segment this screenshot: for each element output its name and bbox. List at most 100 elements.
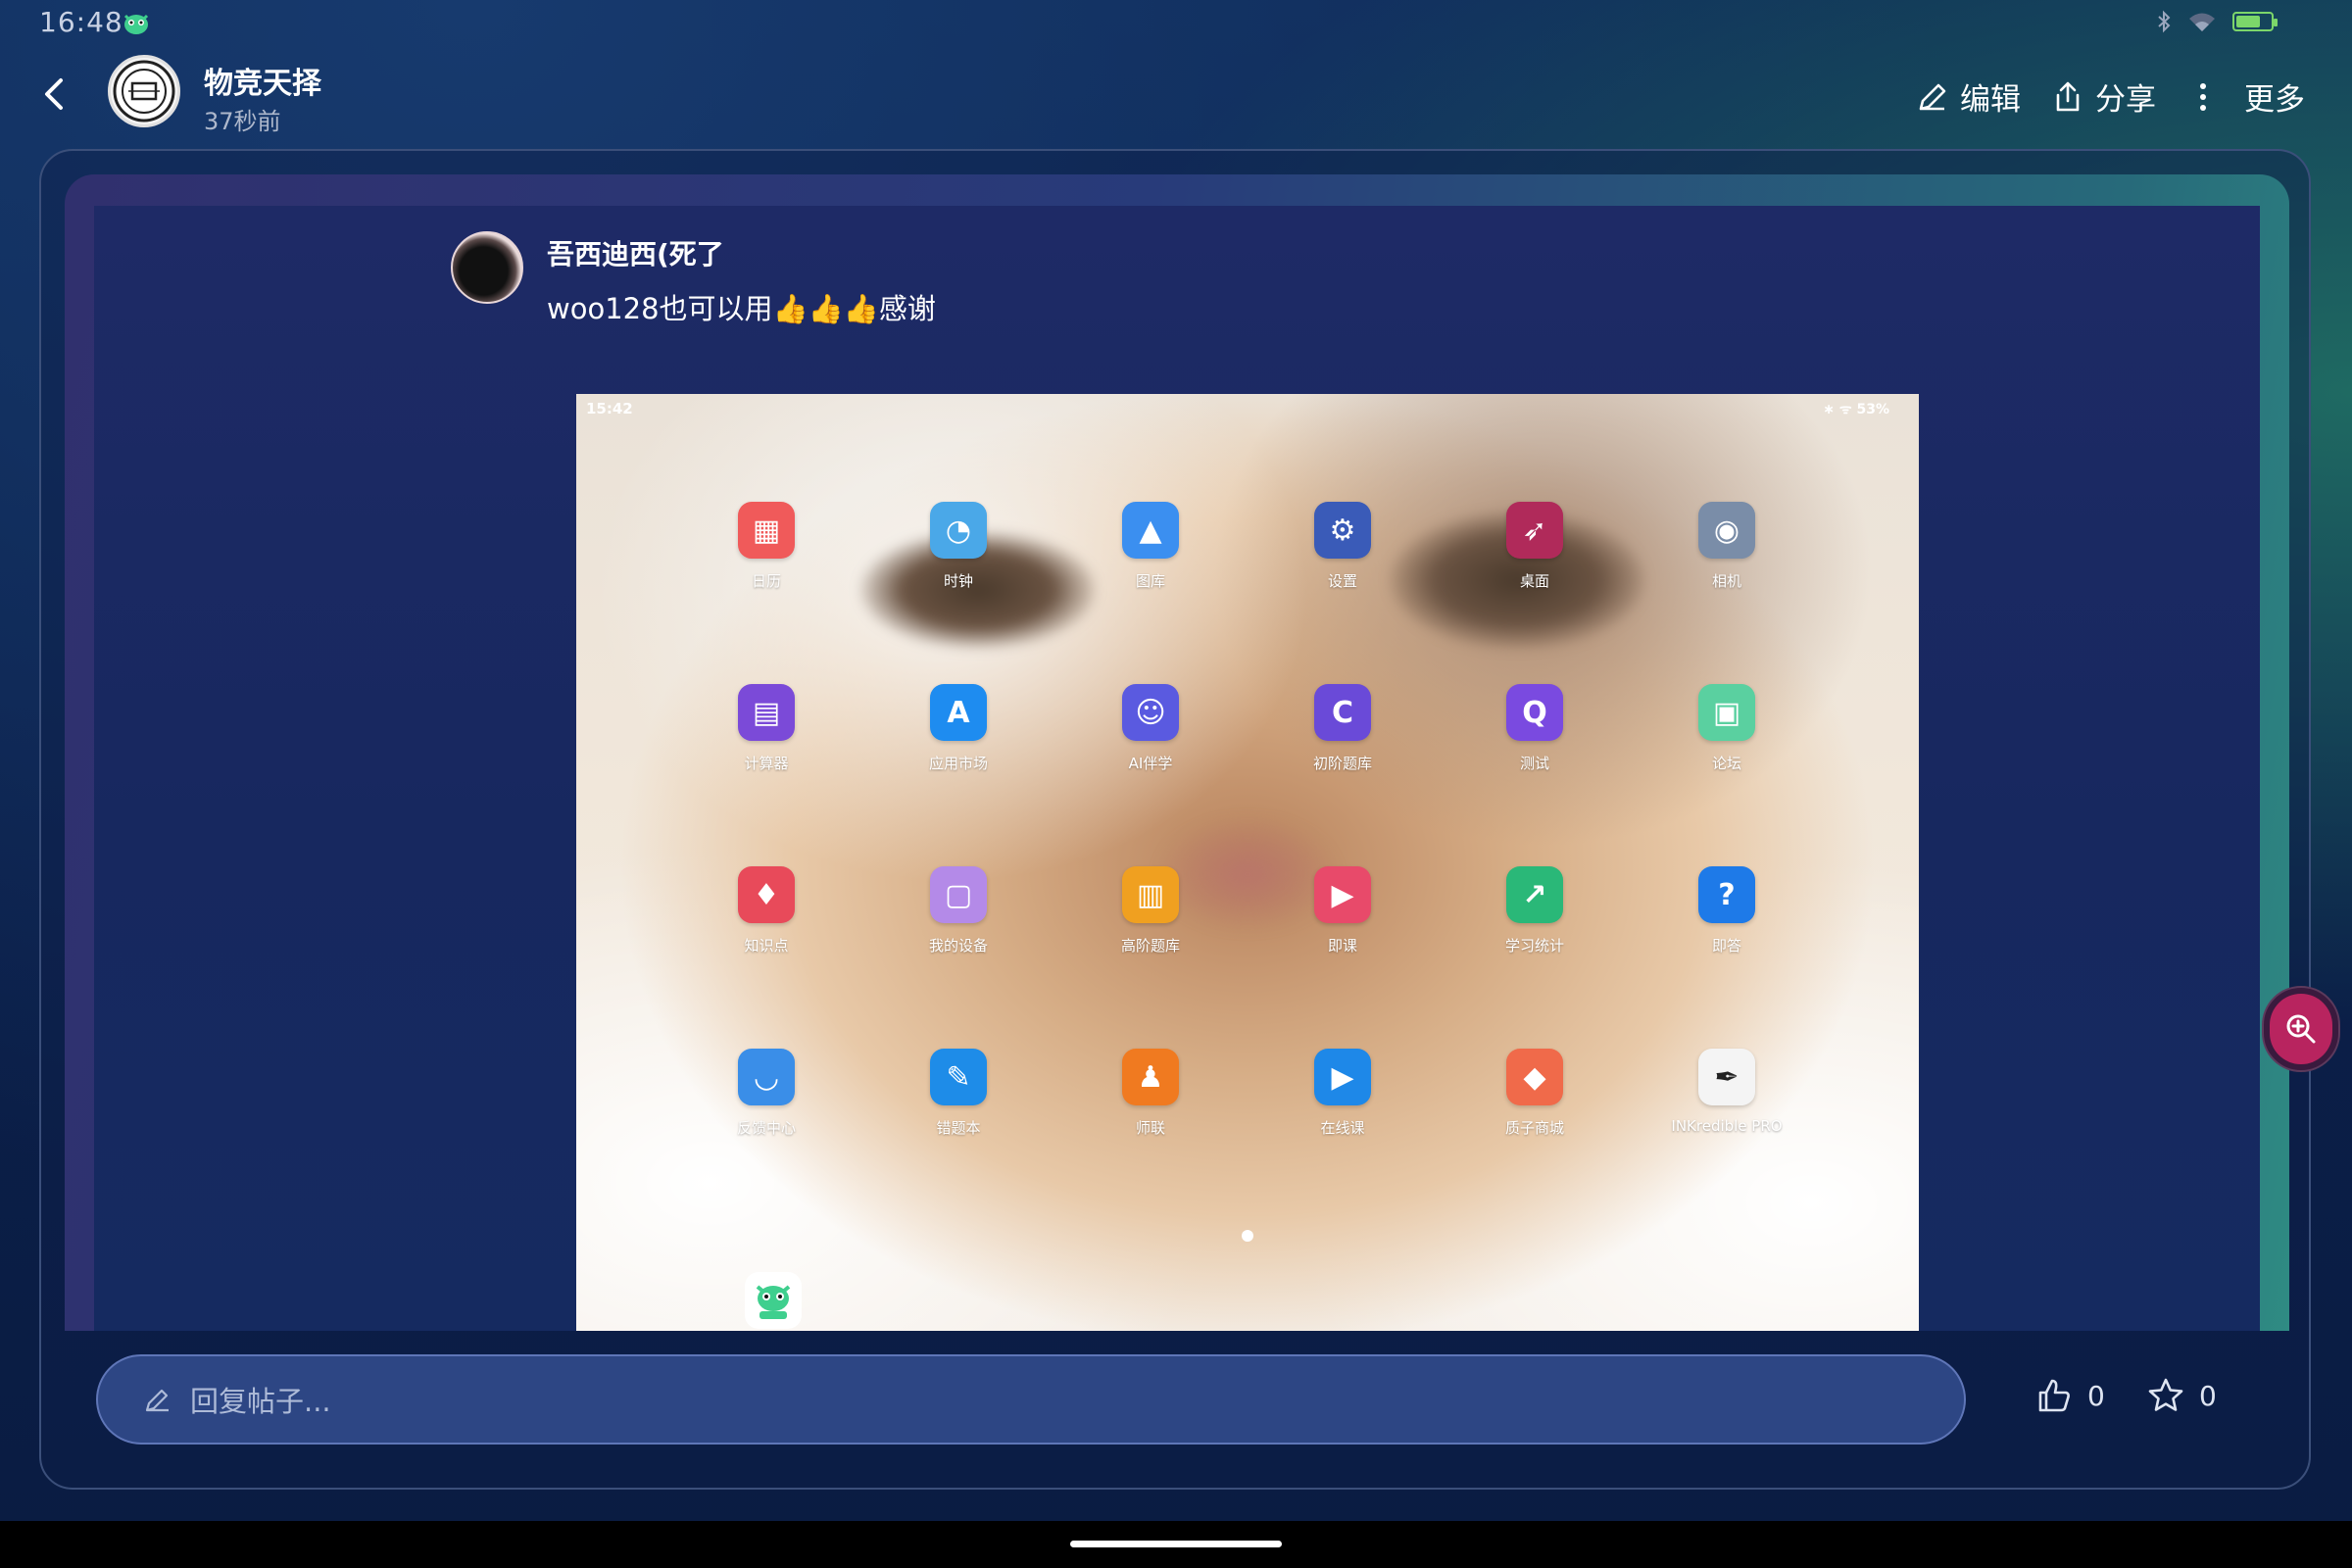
favorite-button[interactable]: 0 bbox=[2146, 1376, 2217, 1415]
app-label: 应用市场 bbox=[928, 755, 988, 772]
app-online-class[interactable]: ▶ 在线课 bbox=[1247, 1049, 1439, 1178]
app-ai-study[interactable]: ☺ AI伴学 bbox=[1054, 684, 1247, 813]
forum-avatar[interactable] bbox=[108, 55, 180, 127]
edit-button[interactable]: 编辑 bbox=[1915, 74, 2021, 119]
zoom-in-button[interactable] bbox=[2262, 986, 2340, 1072]
forum-name[interactable]: 物竞天择 bbox=[204, 59, 321, 102]
app-label: 高阶题库 bbox=[1120, 937, 1180, 955]
app-advanced-question-bank[interactable]: ▥ 高阶题库 bbox=[1054, 866, 1247, 996]
app-label: 在线课 bbox=[1320, 1119, 1365, 1137]
app-label: 即课 bbox=[1327, 937, 1357, 955]
basic-question-bank-icon: C bbox=[1314, 684, 1371, 741]
app-label: AI伴学 bbox=[1128, 755, 1173, 772]
post-image[interactable]: 15:42 ∗ ᯤ 53% ▦ 日历 ◔ 时钟 ▲ 图库 ⚙ 设置 ➶ 桌面 ◉ 相机 ▤ 计算器 A 应用市… bbox=[576, 394, 1919, 1331]
post-panel: 吾西迪西(死了 woo128也可以用👍👍👍感谢 15:42 ∗ ᯤ 53% ▦ 日… bbox=[39, 149, 2311, 1490]
settings-icon: ⚙ bbox=[1314, 502, 1371, 559]
instant-class-icon: ▶ bbox=[1314, 866, 1371, 923]
app-teacher-contact[interactable]: ♟ 师联 bbox=[1054, 1049, 1247, 1178]
post-header: 物竞天择 37秒前 编辑 分享 更多 bbox=[0, 47, 2352, 145]
feedback-icon: ◡ bbox=[738, 1049, 795, 1105]
status-bar: 16:48 bbox=[0, 0, 2352, 47]
proton-mall-icon: ◆ bbox=[1506, 1049, 1563, 1105]
forum-logo-icon bbox=[113, 60, 175, 122]
app-camera[interactable]: ◉ 相机 bbox=[1631, 502, 1823, 631]
app-proton-mall[interactable]: ◆ 质子商城 bbox=[1439, 1049, 1631, 1178]
app-label: INKredible PRO bbox=[1671, 1117, 1783, 1135]
reply-bar: 回复帖子... 0 0 bbox=[65, 1337, 2289, 1464]
like-button[interactable]: 0 bbox=[2034, 1376, 2105, 1415]
clock-icon: ◔ bbox=[930, 502, 987, 559]
home-gesture-bar[interactable] bbox=[1070, 1541, 1282, 1547]
app-app-market[interactable]: A 应用市场 bbox=[862, 684, 1054, 813]
ai-study-icon: ☺ bbox=[1122, 684, 1179, 741]
status-icons bbox=[2156, 10, 2278, 33]
app-settings[interactable]: ⚙ 设置 bbox=[1247, 502, 1439, 631]
reply-input[interactable]: 回复帖子... bbox=[96, 1354, 1966, 1445]
forum-icon: ▣ bbox=[1698, 684, 1755, 741]
thumbs-up-icon bbox=[2038, 1379, 2070, 1412]
my-device-icon: ▢ bbox=[930, 866, 987, 923]
instant-answer-icon: ? bbox=[1698, 866, 1755, 923]
launcher-rocket-icon: ➶ bbox=[1506, 502, 1563, 559]
app-launcher-rocket[interactable]: ➶ 桌面 bbox=[1439, 502, 1631, 631]
share-button[interactable]: 分享 bbox=[2050, 74, 2156, 119]
app-study-stats[interactable]: ↗ 学习统计 bbox=[1439, 866, 1631, 996]
app-label: 日历 bbox=[751, 572, 781, 590]
app-label: 质子商城 bbox=[1504, 1119, 1564, 1137]
app-label: 知识点 bbox=[744, 937, 789, 955]
favorite-count: 0 bbox=[2199, 1379, 2217, 1412]
pencil-icon bbox=[1919, 83, 1946, 110]
more-button[interactable]: 更多 bbox=[2185, 74, 2305, 119]
reply-text: woo128也可以用👍👍👍感谢 bbox=[547, 292, 936, 325]
image-status-icons: ∗ ᯤ 53% bbox=[1823, 402, 1889, 417]
study-stats-icon: ↗ bbox=[1506, 866, 1563, 923]
like-count: 0 bbox=[2087, 1379, 2105, 1412]
app-instant-answer[interactable]: ? 即答 bbox=[1631, 866, 1823, 996]
post-content-card: 吾西迪西(死了 woo128也可以用👍👍👍感谢 15:42 ∗ ᯤ 53% ▦ 日… bbox=[65, 174, 2289, 1331]
post-content: 吾西迪西(死了 woo128也可以用👍👍👍感谢 15:42 ∗ ᯤ 53% ▦ 日… bbox=[94, 206, 2260, 1331]
app-gallery[interactable]: ▲ 图库 bbox=[1054, 502, 1247, 631]
app-test[interactable]: Q 测试 bbox=[1439, 684, 1631, 813]
app-label: 图库 bbox=[1135, 572, 1165, 590]
user-avatar[interactable] bbox=[451, 231, 523, 304]
green-monster-app-icon bbox=[122, 10, 151, 35]
app-label: 学习统计 bbox=[1504, 937, 1564, 955]
app-label: 我的设备 bbox=[928, 937, 988, 955]
chevron-left-icon bbox=[45, 78, 63, 110]
share-label: 分享 bbox=[2095, 82, 2156, 118]
app-inkredible-pro[interactable]: ✒ INKredible PRO bbox=[1631, 1049, 1823, 1178]
app-instant-class[interactable]: ▶ 即课 bbox=[1247, 866, 1439, 996]
camera-icon: ◉ bbox=[1698, 502, 1755, 559]
app-grid: ▦ 日历 ◔ 时钟 ▲ 图库 ⚙ 设置 ➶ 桌面 ◉ 相机 ▤ 计算器 A 应用市场 ☺ AI伴学 C 初阶题库 Q 测试… bbox=[670, 502, 1827, 1178]
app-feedback[interactable]: ◡ 反馈中心 bbox=[670, 1049, 862, 1178]
star-icon bbox=[2148, 1378, 2183, 1411]
wrong-questions-book-icon: ✎ bbox=[930, 1049, 987, 1105]
app-my-device[interactable]: ▢ 我的设备 bbox=[862, 866, 1054, 996]
app-label: 时钟 bbox=[943, 572, 973, 590]
app-calculator[interactable]: ▤ 计算器 bbox=[670, 684, 862, 813]
advanced-question-bank-icon: ▥ bbox=[1122, 866, 1179, 923]
reply-placeholder: 回复帖子... bbox=[190, 1385, 331, 1418]
app-label: 论坛 bbox=[1711, 755, 1741, 772]
teacher-contact-icon: ♟ bbox=[1122, 1049, 1179, 1105]
share-icon bbox=[2056, 81, 2080, 111]
app-market-icon: A bbox=[930, 684, 987, 741]
app-forum[interactable]: ▣ 论坛 bbox=[1631, 684, 1823, 813]
app-basic-question-bank[interactable]: C 初阶题库 bbox=[1247, 684, 1439, 813]
page-indicator-dot bbox=[1242, 1230, 1253, 1242]
calendar-icon: ▦ bbox=[738, 502, 795, 559]
app-label: 错题本 bbox=[936, 1119, 981, 1137]
green-monster-app-icon bbox=[745, 1272, 802, 1329]
knowledge-point-icon: ♦ bbox=[738, 866, 795, 923]
app-label: 设置 bbox=[1327, 572, 1357, 590]
back-button[interactable] bbox=[35, 71, 74, 118]
inkredible-pro-icon: ✒ bbox=[1698, 1049, 1755, 1105]
app-clock[interactable]: ◔ 时钟 bbox=[862, 502, 1054, 631]
reply-username[interactable]: 吾西迪西(死了 bbox=[547, 233, 724, 272]
app-calendar[interactable]: ▦ 日历 bbox=[670, 502, 862, 631]
app-wrong-questions-book[interactable]: ✎ 错题本 bbox=[862, 1049, 1054, 1178]
battery-icon bbox=[2232, 12, 2278, 31]
online-class-icon: ▶ bbox=[1314, 1049, 1371, 1105]
status-time: 16:48 bbox=[39, 6, 123, 38]
app-knowledge-point[interactable]: ♦ 知识点 bbox=[670, 866, 862, 996]
